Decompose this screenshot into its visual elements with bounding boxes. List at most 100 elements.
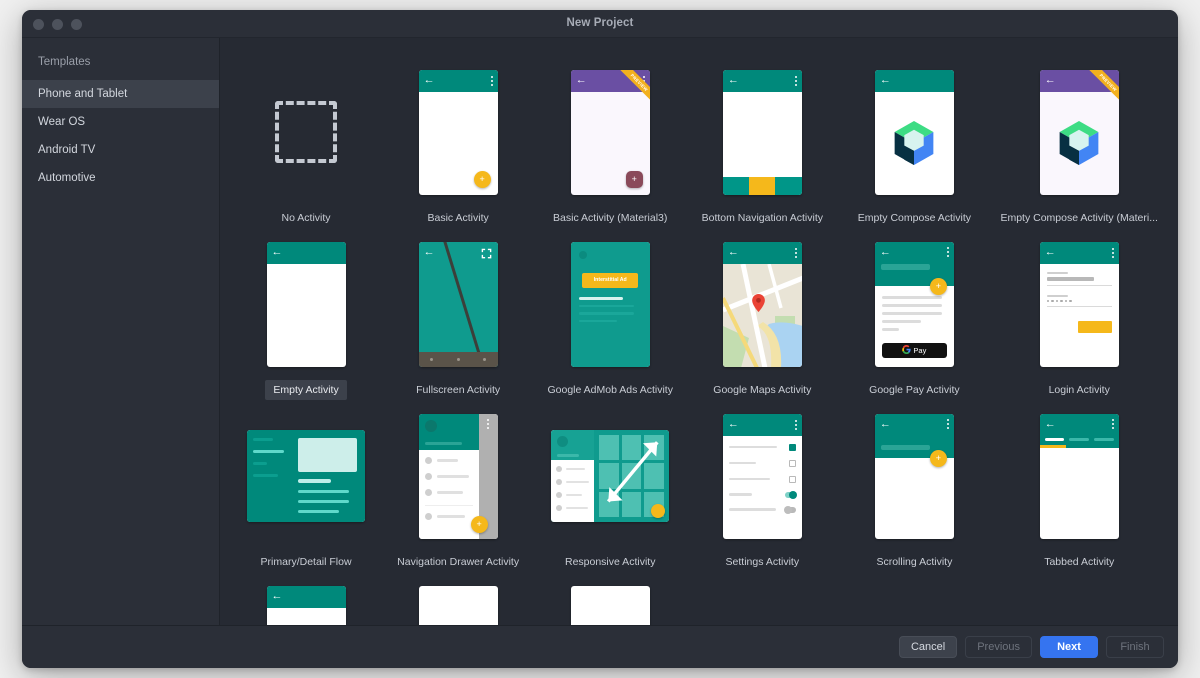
app-bar: ← xyxy=(874,69,954,92)
tab-indicator xyxy=(1039,444,1066,448)
template-card-game-activity[interactable] xyxy=(382,572,534,625)
floating-action-button-icon: + xyxy=(929,449,947,467)
back-arrow-icon: ← xyxy=(423,245,435,258)
thumbnail-native-cpp: C++ xyxy=(536,584,684,625)
template-card-google-maps-activity[interactable]: ← Google Maps Activity xyxy=(686,228,838,400)
settings-rows xyxy=(723,436,802,514)
template-label: Google AdMob Ads Activity xyxy=(547,384,673,396)
template-card-login-activity[interactable]: ← Login Activity xyxy=(990,228,1168,400)
title-bar: New Project xyxy=(22,10,1178,38)
template-card-fullscreen-activity[interactable]: ← Fullscreen Activity xyxy=(382,228,534,400)
template-card-bottom-navigation-activity[interactable]: ← Bottom Navigation Activity xyxy=(686,56,838,228)
drawer-menu-list xyxy=(418,449,479,539)
template-label: No Activity xyxy=(281,212,331,224)
template-card-navigation-drawer-activity[interactable]: + Navigation Drawer Activity xyxy=(382,400,534,572)
thumbnail-primary-detail-flow xyxy=(232,412,380,540)
sidebar-item-automotive[interactable]: Automotive xyxy=(22,164,219,192)
admob-canvas: Interstitial Ad xyxy=(570,241,650,367)
avatar xyxy=(424,419,437,432)
responsive-grid-pane xyxy=(594,430,670,522)
back-arrow-icon: ← xyxy=(727,74,739,86)
template-grid-scroll-area[interactable]: No Activity ← + Basic Activity ← PREVIEW… xyxy=(220,38,1178,625)
back-arrow-icon: ← xyxy=(879,245,891,258)
interstitial-ad-badge: Interstitial Ad xyxy=(582,272,639,288)
template-card-google-pay-activity[interactable]: ← + Pay Google Pay Activity xyxy=(838,228,990,400)
app-bar: ← xyxy=(722,241,802,264)
sidebar-item-android-tv[interactable]: Android TV xyxy=(22,136,219,164)
password-dots xyxy=(1046,299,1112,302)
tab-item xyxy=(1069,437,1090,441)
detail-pane xyxy=(294,430,365,522)
template-label: Empty Compose Activity xyxy=(857,212,971,224)
list-rows xyxy=(551,460,593,522)
overflow-menu-icon xyxy=(794,419,797,430)
avatar-dot xyxy=(578,250,587,259)
template-card-row4-activity[interactable]: ← xyxy=(230,572,382,625)
finish-button[interactable]: Finish xyxy=(1106,636,1164,658)
detail-image-placeholder xyxy=(298,438,358,472)
thumbnail-empty-activity: ← xyxy=(232,240,380,368)
system-navigation-bar xyxy=(418,351,498,367)
previous-button[interactable]: Previous xyxy=(965,636,1032,658)
template-card-empty-compose-activity-material3[interactable]: ← PREVIEW Empty Compose Activity (Materi… xyxy=(990,56,1168,228)
floating-action-button-icon: + xyxy=(473,170,491,188)
sidebar-item-phone-and-tablet[interactable]: Phone and Tablet xyxy=(22,80,219,108)
back-arrow-icon: ← xyxy=(1044,417,1056,430)
templates-sidebar: Templates Phone and Tablet Wear OS Andro… xyxy=(22,38,220,625)
bottom-navigation-bar xyxy=(722,176,802,195)
map-canvas xyxy=(722,263,802,367)
template-label: Basic Activity xyxy=(427,212,489,224)
template-card-no-activity[interactable]: No Activity xyxy=(230,56,382,228)
content-line xyxy=(578,312,635,315)
tab-strip xyxy=(1040,434,1119,445)
template-card-settings-activity[interactable]: ← Settings Activity xyxy=(686,400,838,572)
thumbnail-no-activity xyxy=(232,68,380,196)
template-card-empty-compose-activity[interactable]: ← Empty Compose Activity xyxy=(838,56,990,228)
template-label: Settings Activity xyxy=(725,556,800,568)
template-card-basic-activity-material3[interactable]: ← PREVIEW + Basic Activity (Material3) xyxy=(534,56,686,228)
primary-detail-canvas xyxy=(247,430,366,522)
template-label: Scrolling Activity xyxy=(876,556,953,568)
sign-in-button xyxy=(1077,321,1112,333)
field-label xyxy=(1046,294,1068,297)
template-card-scrolling-activity[interactable]: ← + Scrolling Activity xyxy=(838,400,990,572)
template-label: Basic Activity (Material3) xyxy=(553,212,668,224)
template-card-empty-activity[interactable]: ← Empty Activity xyxy=(230,228,382,400)
thumbnail-navigation-drawer-activity: + xyxy=(384,412,532,540)
content-line xyxy=(578,304,635,307)
thumbnail-settings-activity: ← xyxy=(688,412,836,540)
app-bar: ← xyxy=(722,413,802,436)
setting-row xyxy=(728,443,796,451)
sidebar-item-wear-os[interactable]: Wear OS xyxy=(22,108,219,136)
header-title-placeholder xyxy=(880,444,930,450)
template-label: Primary/Detail Flow xyxy=(260,556,352,568)
thumbnail-responsive-activity xyxy=(536,412,684,540)
list-item xyxy=(556,505,588,511)
app-bar: ← xyxy=(1039,413,1119,448)
content-line xyxy=(578,319,617,322)
toggle-off-icon xyxy=(783,505,796,514)
template-card-basic-activity[interactable]: ← + Basic Activity xyxy=(382,56,534,228)
preview-ribbon: PREVIEW xyxy=(1081,69,1119,108)
setting-row xyxy=(728,505,796,514)
template-card-primary-detail-flow[interactable]: Primary/Detail Flow xyxy=(230,400,382,572)
back-arrow-icon: ← xyxy=(1044,246,1056,258)
pay-label: Pay xyxy=(913,345,927,355)
setting-row xyxy=(728,475,796,483)
field-underline xyxy=(1046,306,1112,307)
dashed-square-icon xyxy=(275,101,338,163)
template-card-native-cpp[interactable]: C++ xyxy=(534,572,686,625)
thumbnail-tabbed-activity: ← xyxy=(992,412,1166,540)
jetpack-compose-logo-icon xyxy=(895,121,934,165)
template-label: Fullscreen Activity xyxy=(416,384,501,396)
template-card-google-admob-ads-activity[interactable]: Interstitial Ad Google AdMob Ads Activit… xyxy=(534,228,686,400)
next-button[interactable]: Next xyxy=(1040,636,1098,658)
thumbnail-game-activity xyxy=(384,584,532,625)
overflow-menu-icon xyxy=(487,418,490,429)
template-card-responsive-activity[interactable]: Responsive Activity xyxy=(534,400,686,572)
field-underline xyxy=(1046,284,1112,286)
cancel-button[interactable]: Cancel xyxy=(898,636,958,658)
list-item xyxy=(556,479,589,485)
template-label: Google Maps Activity xyxy=(713,384,812,396)
template-card-tabbed-activity[interactable]: ← Tabbed Activity xyxy=(990,400,1168,572)
